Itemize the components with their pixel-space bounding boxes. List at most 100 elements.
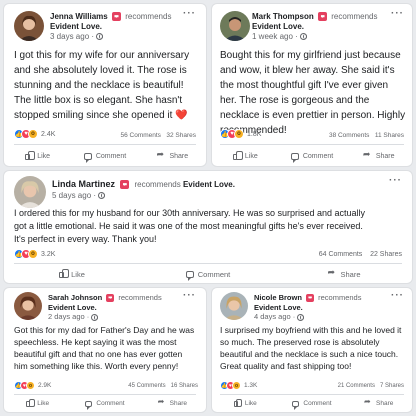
avatar[interactable] <box>14 292 42 320</box>
post-text: I got this for my wife for our anniversa… <box>14 50 190 121</box>
thumbs-up-icon <box>59 268 69 278</box>
post-text: I ordered this for my husband for our 30… <box>14 208 366 244</box>
recommends-label: recommends <box>331 12 378 21</box>
like-button[interactable]: Like <box>4 265 140 283</box>
post-text: I surprised my boyfriend with this and h… <box>220 325 402 371</box>
reaction-summary[interactable]: 👍 ♥ o 1.3K <box>220 381 257 390</box>
author-name[interactable]: Jenna Williams <box>50 12 108 21</box>
globe-icon <box>91 313 99 321</box>
wow-reaction-icon: o <box>232 381 241 390</box>
reaction-summary[interactable]: 👍 ♥ o 3.2K <box>14 249 55 259</box>
share-icon <box>327 267 336 278</box>
avatar[interactable] <box>220 11 250 41</box>
brand-link[interactable]: Evident Love. <box>252 22 304 31</box>
recommends-label: recommends <box>118 293 162 302</box>
like-button[interactable]: Like <box>4 396 71 411</box>
share-count[interactable]: 32 Shares <box>166 132 196 139</box>
share-button[interactable]: Share <box>345 396 412 411</box>
comment-button[interactable]: Comment <box>71 147 138 165</box>
post-text: Got this for my dad for Father's Day and… <box>14 325 195 371</box>
post-stats[interactable]: 64 Comments 22 Shares <box>319 251 402 258</box>
comment-button[interactable]: Comment <box>279 147 346 165</box>
action-bar: Like Comment Share <box>4 147 206 165</box>
more-options-icon[interactable]: ··· <box>391 290 404 301</box>
share-button[interactable]: Share <box>345 147 412 165</box>
post-stats[interactable]: 38 Comments 11 Shares <box>329 132 404 139</box>
divider <box>14 263 402 264</box>
brand-link[interactable]: Evident Love. <box>183 180 235 189</box>
like-button[interactable]: Like <box>212 396 279 411</box>
comment-count[interactable]: 64 Comments <box>319 251 363 258</box>
action-bar: Like Comment Share <box>212 396 412 411</box>
comment-count[interactable]: 38 Comments <box>329 132 369 139</box>
comment-icon <box>85 400 93 410</box>
post-time[interactable]: 3 days ago <box>50 32 89 41</box>
post-time[interactable]: 1 week ago <box>252 32 293 41</box>
recommend-icon <box>106 294 115 303</box>
more-options-icon[interactable]: ··· <box>183 290 196 301</box>
post-time[interactable]: 5 days ago <box>52 191 91 200</box>
comment-count[interactable]: 45 Comments <box>128 383 165 389</box>
action-bar: Like Comment Share <box>212 147 412 165</box>
globe-icon <box>300 33 308 41</box>
comment-count[interactable]: 56 Comments <box>120 132 160 139</box>
more-options-icon[interactable]: ··· <box>389 175 402 186</box>
brand-link[interactable]: Evident Love. <box>50 22 102 31</box>
more-options-icon[interactable]: ··· <box>391 8 404 19</box>
post-time[interactable]: 2 days ago <box>48 312 85 321</box>
comment-count[interactable]: 21 Comments <box>338 383 375 389</box>
recommend-icon <box>306 294 315 303</box>
share-count[interactable]: 16 Shares <box>171 383 198 389</box>
author-name[interactable]: Linda Martinez <box>52 179 115 189</box>
share-count[interactable]: 22 Shares <box>370 251 402 258</box>
post-text: Bought this for my girlfriend just becau… <box>220 50 406 136</box>
share-button[interactable]: Share <box>139 147 206 165</box>
like-button[interactable]: Like <box>4 147 71 165</box>
globe-icon <box>98 192 106 200</box>
brand-link[interactable]: Evident Love. <box>48 303 97 312</box>
post-stats[interactable]: 56 Comments 32 Shares <box>120 132 196 139</box>
brand-link[interactable]: Evident Love. <box>254 303 303 312</box>
author-name[interactable]: Nicole Brown <box>254 293 302 302</box>
comment-icon <box>292 400 300 410</box>
divider <box>14 394 196 395</box>
post-card: Nicole Brown recommends Evident Love. 4 … <box>212 288 412 412</box>
post-stats[interactable]: 21 Comments 7 Shares <box>338 383 404 389</box>
avatar[interactable] <box>220 292 248 320</box>
reaction-count: 2.9K <box>38 382 52 389</box>
comment-button[interactable]: Comment <box>279 396 346 411</box>
more-options-icon[interactable]: ··· <box>183 8 196 19</box>
reaction-count: 1.8K <box>247 130 262 138</box>
recommends-label: recommends <box>318 293 362 302</box>
thumbs-up-icon <box>233 398 243 407</box>
comment-icon <box>83 152 92 163</box>
action-bar: Like Comment Share <box>4 396 206 411</box>
reaction-summary[interactable]: 👍 ♥ o 1.8K <box>220 129 261 139</box>
author-name[interactable]: Sarah Johnson <box>48 293 102 302</box>
avatar[interactable] <box>14 11 44 41</box>
divider <box>14 144 196 145</box>
like-button[interactable]: Like <box>212 147 279 165</box>
share-button[interactable]: Share <box>276 265 412 283</box>
share-icon <box>158 397 166 407</box>
thumbs-up-icon <box>232 150 243 160</box>
post-card: Sarah Johnson recommends Evident Love. 2… <box>4 288 206 412</box>
share-count[interactable]: 11 Shares <box>375 132 404 139</box>
avatar[interactable] <box>14 176 46 208</box>
comment-button[interactable]: Comment <box>140 265 276 283</box>
author-name[interactable]: Mark Thompson <box>252 12 314 21</box>
post-card: Mark Thompson recommends Evident Love. 1… <box>212 4 412 166</box>
wow-reaction-icon: o <box>28 129 38 139</box>
share-count[interactable]: 7 Shares <box>380 383 404 389</box>
comment-button[interactable]: Comment <box>71 396 138 411</box>
share-button[interactable]: Share <box>139 396 206 411</box>
post-stats[interactable]: 45 Comments 16 Shares <box>128 383 198 389</box>
reaction-count: 3.2K <box>41 250 56 258</box>
share-icon <box>364 397 372 407</box>
post-time[interactable]: 4 days ago <box>254 312 291 321</box>
recommend-icon <box>120 180 130 190</box>
comment-icon <box>290 152 299 163</box>
reaction-summary[interactable]: 👍 ♥ o 2.4K <box>14 129 55 139</box>
post-card: Linda Martinez recommends Evident Love. … <box>4 171 412 283</box>
reaction-summary[interactable]: 👍 ♥ o 2.9K <box>14 381 51 390</box>
